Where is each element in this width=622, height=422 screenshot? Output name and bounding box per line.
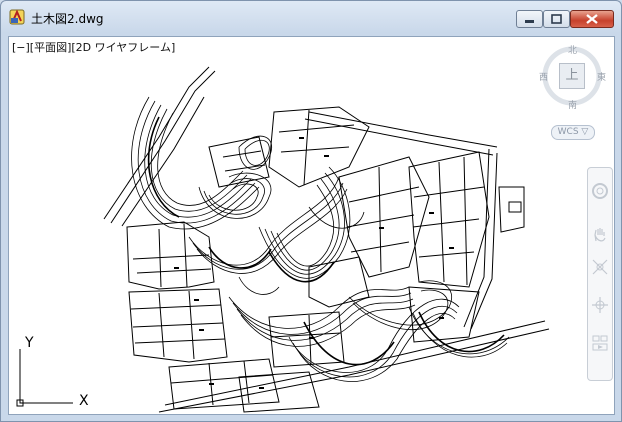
navigation-bar [587, 167, 613, 381]
maximize-button[interactable] [543, 10, 570, 28]
minimize-button[interactable] [516, 10, 543, 28]
ucs-x-label: X [79, 393, 89, 409]
compass-north[interactable]: 北 [568, 43, 577, 56]
window-title: 土木図2.dwg [31, 12, 104, 26]
title-bar[interactable]: 土木図2.dwg [1, 1, 621, 31]
orbit-icon[interactable] [591, 296, 609, 314]
site-plan-drawing [103, 66, 550, 413]
ucs-icon: Y X [15, 335, 95, 411]
close-icon [586, 14, 598, 24]
compass-east[interactable]: 東 [597, 70, 606, 83]
viewcube[interactable]: 北 南 東 西 上 [539, 43, 606, 111]
viewcube-top-face[interactable]: 上 [559, 63, 585, 89]
ucs-y-label: Y [25, 335, 34, 351]
drawing-canvas[interactable]: [−][平面図][2D ワイヤフレーム] 北 南 東 西 上 WCS ▽ Y X [8, 36, 615, 415]
zoom-extents-icon[interactable] [591, 258, 609, 276]
minimize-icon [525, 20, 534, 23]
app-window: 土木図2.dwg [−][平面図][2D ワイヤフレーム] 北 南 東 西 上 … [0, 0, 622, 422]
maximize-icon [551, 14, 562, 24]
pan-hand-icon[interactable] [591, 226, 609, 244]
autocad-dwg-icon [9, 9, 25, 25]
showmotion-icon[interactable] [591, 334, 609, 352]
close-button[interactable] [570, 10, 614, 28]
wcs-menu[interactable]: WCS ▽ [551, 125, 595, 140]
compass-west[interactable]: 西 [539, 70, 548, 83]
compass-south[interactable]: 南 [568, 98, 577, 111]
steering-wheel-icon[interactable] [591, 182, 609, 200]
